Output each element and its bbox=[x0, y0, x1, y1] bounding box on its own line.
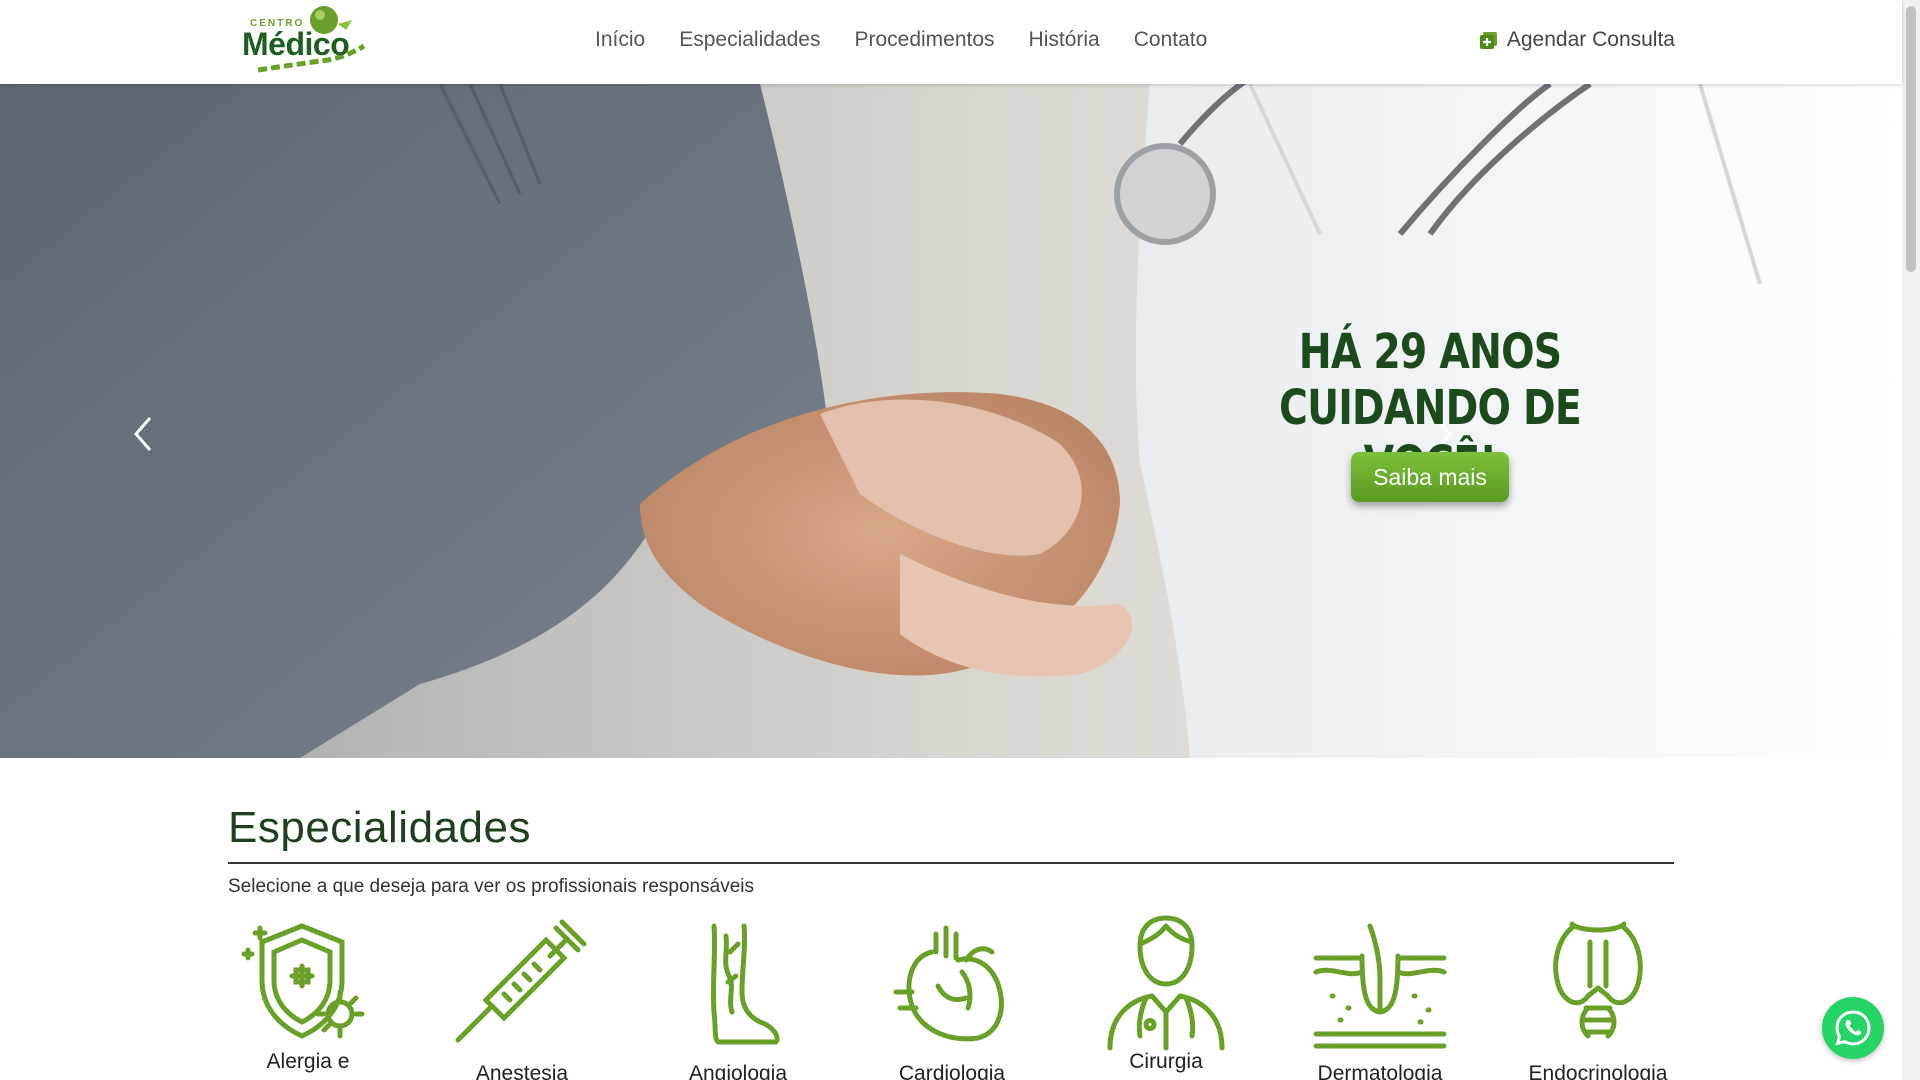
specialties-list: Alergia e Anestesia Angiologia Cardiolog… bbox=[228, 912, 1688, 1080]
nav-item-historia[interactable]: História bbox=[1029, 28, 1100, 52]
carousel-prev-button[interactable] bbox=[124, 404, 164, 464]
schedule-appointment-label: Agendar Consulta bbox=[1506, 28, 1675, 51]
specialty-angiologia[interactable]: Angiologia bbox=[658, 912, 818, 1080]
logo[interactable]: CENTRO Médico bbox=[238, 4, 378, 80]
specialty-label: Endocrinologia bbox=[1528, 1062, 1668, 1080]
calendar-plus-icon bbox=[1479, 32, 1497, 49]
scrollbar-thumb[interactable] bbox=[1906, 6, 1916, 272]
hero-headline-line1: HÁ 29 ANOS bbox=[1298, 324, 1562, 380]
whatsapp-icon bbox=[1835, 1010, 1871, 1046]
section-subtitle: Selecione a que deseja para ver os profi… bbox=[228, 876, 754, 897]
nav-item-inicio[interactable]: Início bbox=[595, 28, 645, 52]
specialty-label: Alergia e bbox=[266, 1050, 350, 1073]
nav-item-contato[interactable]: Contato bbox=[1134, 28, 1208, 52]
schedule-appointment-button[interactable]: Agendar Consulta bbox=[1479, 28, 1675, 52]
site-header: CENTRO Médico Início Especialidades Proc… bbox=[0, 0, 1902, 84]
specialty-label: Cardiologia bbox=[898, 1062, 1006, 1080]
thyroid-icon bbox=[1553, 921, 1643, 1039]
doctor-icon bbox=[1107, 915, 1225, 1051]
specialty-label: Anestesia bbox=[475, 1062, 569, 1080]
specialty-cirurgia[interactable]: Cirurgia bbox=[1086, 912, 1246, 1080]
specialty-endocrinologia[interactable]: Endocrinologia bbox=[1518, 912, 1678, 1080]
saiba-mais-button[interactable]: Saiba mais bbox=[1351, 452, 1509, 502]
shield-virus-icon bbox=[241, 923, 365, 1039]
specialty-label: Angiologia bbox=[688, 1062, 788, 1080]
page-scrollbar[interactable] bbox=[1902, 0, 1920, 1080]
specialty-label: Dermatologia bbox=[1317, 1062, 1443, 1080]
syringe-icon bbox=[455, 919, 587, 1043]
nav-item-procedimentos[interactable]: Procedimentos bbox=[854, 28, 994, 52]
nav-item-especialidades[interactable]: Especialidades bbox=[679, 28, 820, 52]
specialty-dermatologia[interactable]: Dermatologia bbox=[1300, 912, 1460, 1080]
specialty-anestesia[interactable]: Anestesia bbox=[442, 912, 602, 1080]
hero-carousel: HÁ 29 ANOS CUIDANDO DE VOCÊ! Saiba mais bbox=[0, 84, 1902, 758]
whatsapp-button[interactable] bbox=[1822, 997, 1884, 1059]
specialty-label: Cirurgia bbox=[1129, 1050, 1203, 1073]
main-nav: Início Especialidades Procedimentos Hist… bbox=[595, 28, 1241, 52]
skin-layers-icon bbox=[1313, 923, 1447, 1049]
specialty-cardiologia[interactable]: Cardiologia bbox=[872, 912, 1032, 1080]
section-divider bbox=[228, 862, 1674, 864]
leg-veins-icon bbox=[710, 923, 780, 1045]
section-title: Especialidades bbox=[228, 803, 531, 852]
specialty-alergia[interactable]: Alergia e bbox=[228, 912, 388, 1080]
heart-icon bbox=[893, 925, 1004, 1042]
logo-main-text: Médico bbox=[242, 26, 350, 62]
